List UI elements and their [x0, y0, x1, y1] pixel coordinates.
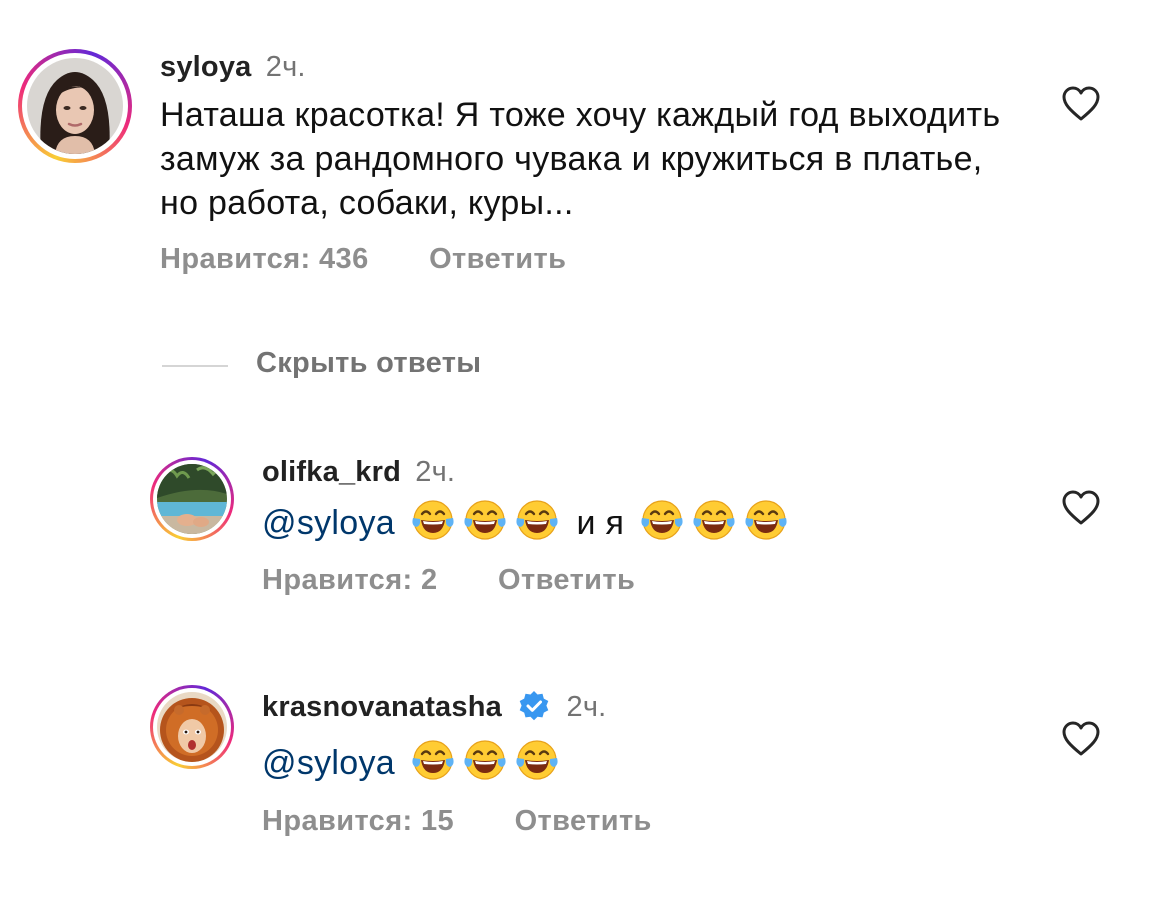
reply-header: krasnovanatasha 2ч.: [262, 690, 606, 724]
face-with-tears-of-joy-icon: [463, 738, 507, 782]
face-with-tears-of-joy-icon: [692, 498, 736, 542]
likes-count[interactable]: Нравится: 436: [160, 243, 369, 276]
face-with-tears-of-joy-icon: [515, 738, 559, 782]
comment-header: syloya 2ч.: [160, 51, 306, 84]
comment-actions: Нравится: 436 Ответить: [160, 243, 566, 276]
heart-icon[interactable]: [1062, 721, 1100, 757]
face-with-tears-of-joy-icon: [640, 498, 684, 542]
timestamp: 2ч.: [265, 51, 306, 83]
pool-garden-icon: [157, 464, 227, 534]
replies-divider: [162, 365, 228, 367]
username[interactable]: syloya: [160, 51, 252, 83]
lion-costume-icon: [157, 692, 227, 762]
avatar-olifka-krd[interactable]: [150, 457, 234, 541]
mention-link[interactable]: @syloya: [262, 744, 395, 782]
face-with-tears-of-joy-icon: [411, 738, 455, 782]
reply-actions: Нравится: 15 Ответить: [262, 805, 652, 838]
face-with-tears-of-joy-icon: [463, 498, 507, 542]
emoji-group-before: [411, 504, 577, 542]
timestamp: 2ч.: [415, 456, 456, 488]
reply-actions: Нравится: 2 Ответить: [262, 564, 635, 597]
comment-text: Наташа красотка! Я тоже хочу каждый год …: [160, 96, 1001, 222]
timestamp: 2ч.: [566, 691, 607, 723]
emoji-group: [411, 744, 567, 782]
face-with-tears-of-joy-icon: [515, 498, 559, 542]
reply-button[interactable]: Ответить: [515, 805, 652, 838]
woman-portrait-icon: [27, 58, 123, 154]
face-with-tears-of-joy-icon: [744, 498, 788, 542]
heart-icon[interactable]: [1062, 86, 1100, 122]
username[interactable]: krasnovanatasha: [262, 691, 502, 723]
hide-replies-button[interactable]: Скрыть ответы: [256, 347, 481, 380]
reply-button[interactable]: Ответить: [429, 243, 566, 276]
avatar-syloya[interactable]: [18, 49, 132, 163]
reply-button[interactable]: Ответить: [498, 564, 635, 597]
reply-text: @syloya: [262, 738, 567, 785]
likes-count[interactable]: Нравится: 15: [262, 805, 454, 838]
reply-header: olifka_krd 2ч.: [262, 456, 455, 489]
heart-icon[interactable]: [1062, 490, 1100, 526]
reply-text: @syloya и я: [262, 498, 796, 545]
mention-link[interactable]: @syloya: [262, 504, 395, 542]
emoji-group-after: [640, 504, 796, 542]
verified-badge-icon: [519, 691, 549, 721]
reply-middle-text: и я: [576, 504, 625, 542]
likes-count[interactable]: Нравится: 2: [262, 564, 438, 597]
username[interactable]: olifka_krd: [262, 456, 401, 488]
avatar-krasnovanatasha[interactable]: [150, 685, 234, 769]
face-with-tears-of-joy-icon: [411, 498, 455, 542]
